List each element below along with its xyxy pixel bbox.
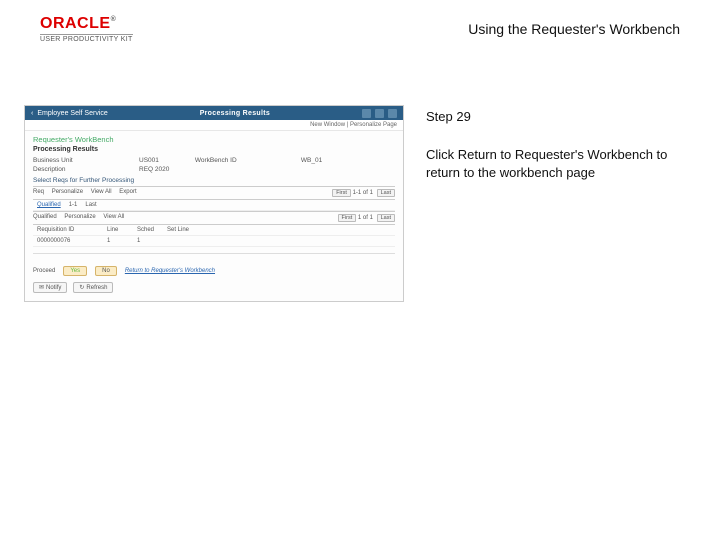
- menu-icon[interactable]: [388, 109, 397, 118]
- app-subheader[interactable]: New Window | Personalize Page: [25, 120, 403, 131]
- oracle-wordmark: ORACLE®: [40, 16, 133, 32]
- page-heading: Requester's WorkBench: [33, 135, 395, 144]
- no-button[interactable]: No: [95, 266, 117, 276]
- desc-label: Description: [33, 166, 103, 173]
- back-chevron-icon: ‹: [31, 110, 33, 117]
- yes-button[interactable]: Yes: [63, 266, 87, 276]
- grid2-datarow: 0000000076 1 1: [33, 236, 395, 247]
- grid1-header: Req Personalize View All Export First 1-…: [33, 186, 395, 200]
- step-label: Step 29: [426, 109, 696, 124]
- page-title: Using the Requester's Workbench: [468, 21, 680, 37]
- desc-value: REQ 2020: [139, 166, 169, 173]
- back-link[interactable]: Employee Self Service: [37, 110, 107, 117]
- refresh-button[interactable]: ↻ Refresh: [73, 282, 113, 293]
- section-select-reqs: Select Reqs for Further Processing: [33, 177, 395, 184]
- upk-subbrand: USER PRODUCTIVITY KIT: [40, 34, 133, 43]
- app-header-title: Processing Results: [200, 110, 270, 117]
- oracle-logo-block: ORACLE® USER PRODUCTIVITY KIT: [40, 16, 133, 43]
- wbid-value: WB_01: [301, 157, 322, 164]
- grid2-colhead: Requisition ID Line Sched Set Line: [33, 225, 395, 236]
- grid1-row: Qualified 1-1 Last: [33, 200, 395, 211]
- grid2-header: Qualified Personalize View All First 1 o…: [33, 211, 395, 225]
- proceed-row: Proceed Yes No Return to Requester's Wor…: [33, 266, 395, 276]
- embedded-screenshot: ‹ Employee Self Service Processing Result…: [24, 105, 404, 302]
- section-heading: Processing Results: [33, 146, 395, 153]
- home-icon[interactable]: [362, 109, 371, 118]
- wbid-label: WorkBench ID: [195, 157, 265, 164]
- instruction-text: Click Return to Requester's Workbench to…: [426, 146, 696, 181]
- app-header-bar: ‹ Employee Self Service Processing Result…: [25, 106, 403, 120]
- bu-value: US001: [139, 157, 159, 164]
- return-to-workbench-link[interactable]: Return to Requester's Workbench: [125, 268, 215, 274]
- flag-icon[interactable]: [375, 109, 384, 118]
- notify-button[interactable]: ✉ Notify: [33, 282, 67, 293]
- bu-label: Business Unit: [33, 157, 103, 164]
